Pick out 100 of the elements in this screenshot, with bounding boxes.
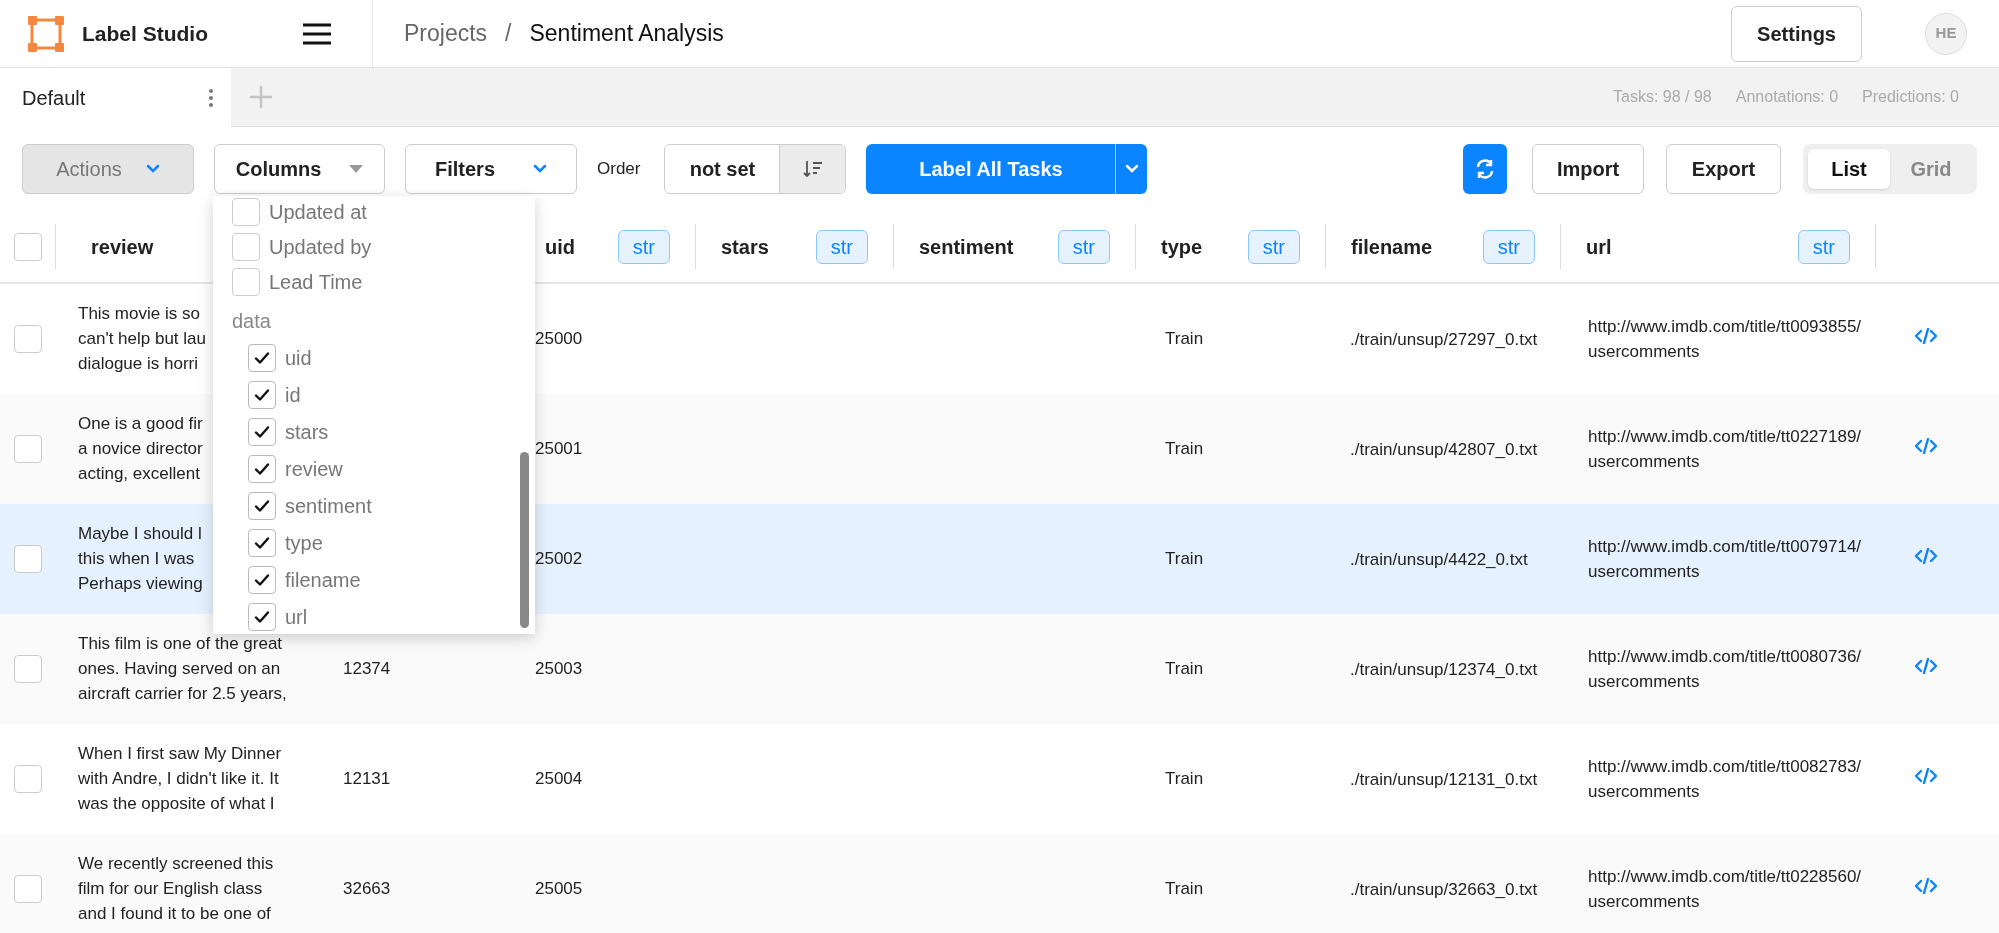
code-icon[interactable] — [1915, 658, 1937, 675]
stat-text: Annotations: 0 — [1735, 87, 1839, 107]
checkbox[interactable] — [13, 435, 42, 463]
column-header[interactable]: review — [91, 231, 154, 262]
table-cell-text: http://www.imdb.com/title/tt0082783/usercomments — [1588, 756, 1863, 803]
sort-icon[interactable] — [802, 159, 823, 179]
menu-section-title: data — [232, 309, 272, 334]
table-cell-text: ./train/unsup/42807_0.txt — [1350, 438, 1539, 461]
table-cell: Train — [1165, 879, 1204, 899]
column-header[interactable]: filename — [1351, 231, 1433, 262]
refresh-button[interactable] — [1463, 144, 1507, 194]
checkbox[interactable] — [248, 343, 276, 372]
caret-icon — [1124, 164, 1139, 174]
table-cell-text: ./train/unsup/27297_0.txt — [1350, 328, 1539, 351]
import-button[interactable]: Import — [1532, 144, 1644, 194]
type-badge[interactable]: str — [1482, 229, 1535, 264]
column-header[interactable]: type — [1161, 231, 1203, 262]
logo-icon — [28, 15, 64, 52]
code-icon[interactable] — [1915, 548, 1937, 565]
export-button[interactable]: Export — [1666, 144, 1781, 194]
breadcrumb-item[interactable]: Projects — [404, 16, 488, 51]
menu-icon[interactable] — [302, 22, 332, 45]
table-cell-text: ./train/unsup/12131_0.txt — [1350, 768, 1539, 791]
table-cell-text: When I first saw My Dinner with Andre, I didn't like it. It was the opposite of what I — [78, 743, 282, 816]
settings-button[interactable]: Settings — [1731, 5, 1862, 62]
table-cell-text: ./train/unsup/12374_0.txt — [1350, 658, 1539, 681]
table-cell-text: http://www.imdb.com/title/tt0093855/usercomments — [1588, 316, 1863, 363]
code-icon[interactable] — [1915, 878, 1937, 895]
code-icon[interactable] — [1915, 768, 1937, 785]
table-cell-text: ./train/unsup/4422_0.txt — [1350, 548, 1529, 571]
checkbox[interactable] — [13, 765, 42, 793]
menu-item[interactable]: uid — [285, 342, 312, 373]
table-cell-text: This film is one of the great ones. Having served on an aircraft carrier for 2.5 years, — [78, 633, 287, 706]
columns-button[interactable]: Columns — [214, 144, 385, 194]
table-cell-text: http://www.imdb.com/title/tt0080736/usercomments — [1588, 646, 1863, 693]
checkbox[interactable] — [248, 565, 276, 594]
checkbox[interactable] — [232, 232, 260, 261]
table-cell: Train — [1165, 549, 1204, 569]
code-icon[interactable] — [1915, 328, 1937, 345]
menu-item[interactable]: review — [285, 453, 343, 484]
column-header[interactable]: url — [1586, 231, 1612, 262]
breadcrumb-item: Sentiment Analysis — [529, 19, 724, 49]
checkbox[interactable] — [13, 655, 42, 683]
checkbox[interactable] — [232, 267, 260, 296]
type-badge[interactable]: str — [1797, 229, 1850, 264]
table-cell: Train — [1165, 329, 1204, 349]
order-label: Order — [597, 158, 641, 181]
checkbox[interactable] — [13, 325, 42, 353]
stat-text: Predictions: 0 — [1862, 87, 1959, 107]
more-icon[interactable] — [209, 88, 213, 107]
table-cell: 25005 — [535, 879, 583, 899]
code-icon[interactable] — [1915, 438, 1937, 455]
table-cell-text: We recently screened this film for our English class and I found it to be one of — [78, 853, 274, 926]
column-header[interactable]: sentiment — [919, 231, 1014, 262]
table-cell-text: http://www.imdb.com/title/tt0228560/usercomments — [1588, 866, 1863, 913]
checkbox[interactable] — [232, 197, 260, 226]
checkbox[interactable] — [248, 454, 276, 483]
table-cell: Train — [1165, 769, 1204, 789]
checkbox[interactable] — [13, 545, 42, 573]
table-cell: 25000 — [535, 329, 583, 349]
table-cell-text: http://www.imdb.com/title/tt0079714/usercomments — [1588, 536, 1863, 583]
view-tab[interactable]: Default — [0, 68, 231, 127]
caret-icon — [533, 164, 547, 174]
table-cell: 25001 — [535, 439, 583, 459]
menu-item[interactable]: Updated at — [269, 196, 367, 227]
table-cell-text: Maybe I should l this when I was Perhaps viewing — [78, 523, 203, 596]
app-name: Label Studio — [82, 20, 208, 47]
checkbox[interactable] — [248, 380, 276, 409]
menu-item[interactable]: Updated by — [269, 231, 372, 262]
caret-icon — [349, 165, 364, 173]
table-cell: 25004 — [535, 769, 583, 789]
view-option[interactable]: Grid — [1890, 149, 1972, 189]
type-badge[interactable]: str — [1057, 229, 1110, 264]
table-cell: 12131 — [343, 769, 391, 789]
table-cell-text: This movie is so can't help but lau dialogue is horri — [78, 303, 206, 376]
scrollbar-thumb[interactable] — [520, 452, 529, 628]
checkbox[interactable] — [248, 528, 276, 557]
breadcrumb-separator: / — [505, 19, 512, 49]
type-badge[interactable]: str — [617, 229, 670, 264]
menu-item[interactable]: type — [285, 527, 323, 558]
checkbox[interactable] — [248, 491, 276, 520]
checkbox[interactable] — [248, 417, 276, 446]
stat-text: Tasks: 98 / 98 — [1613, 87, 1712, 107]
checkbox[interactable] — [13, 232, 42, 261]
type-badge[interactable]: str — [1247, 229, 1300, 264]
filters-button[interactable]: Filters — [405, 144, 577, 194]
order-control[interactable]: not set — [664, 144, 847, 194]
column-header[interactable]: uid — [545, 231, 575, 262]
table-cell: 32663 — [343, 879, 391, 899]
table-cell: 25002 — [535, 549, 583, 569]
view-option[interactable]: List — [1808, 149, 1890, 189]
table-row[interactable]: We recently screened this film for our English class and I found it to be one of 32663 25005 Train ./train/unsup/32663_0.txt http://www.imdb.com/title/tt0228560/usercomments — [0, 834, 1999, 933]
type-badge[interactable]: str — [815, 229, 868, 264]
refresh-icon — [1474, 158, 1496, 180]
menu-item[interactable]: filename — [285, 564, 361, 595]
table-cell: Train — [1165, 439, 1204, 459]
column-header[interactable]: stars — [721, 231, 769, 262]
checkbox[interactable] — [13, 875, 42, 903]
menu-item[interactable]: stars — [285, 416, 329, 447]
checkbox[interactable] — [248, 602, 276, 631]
